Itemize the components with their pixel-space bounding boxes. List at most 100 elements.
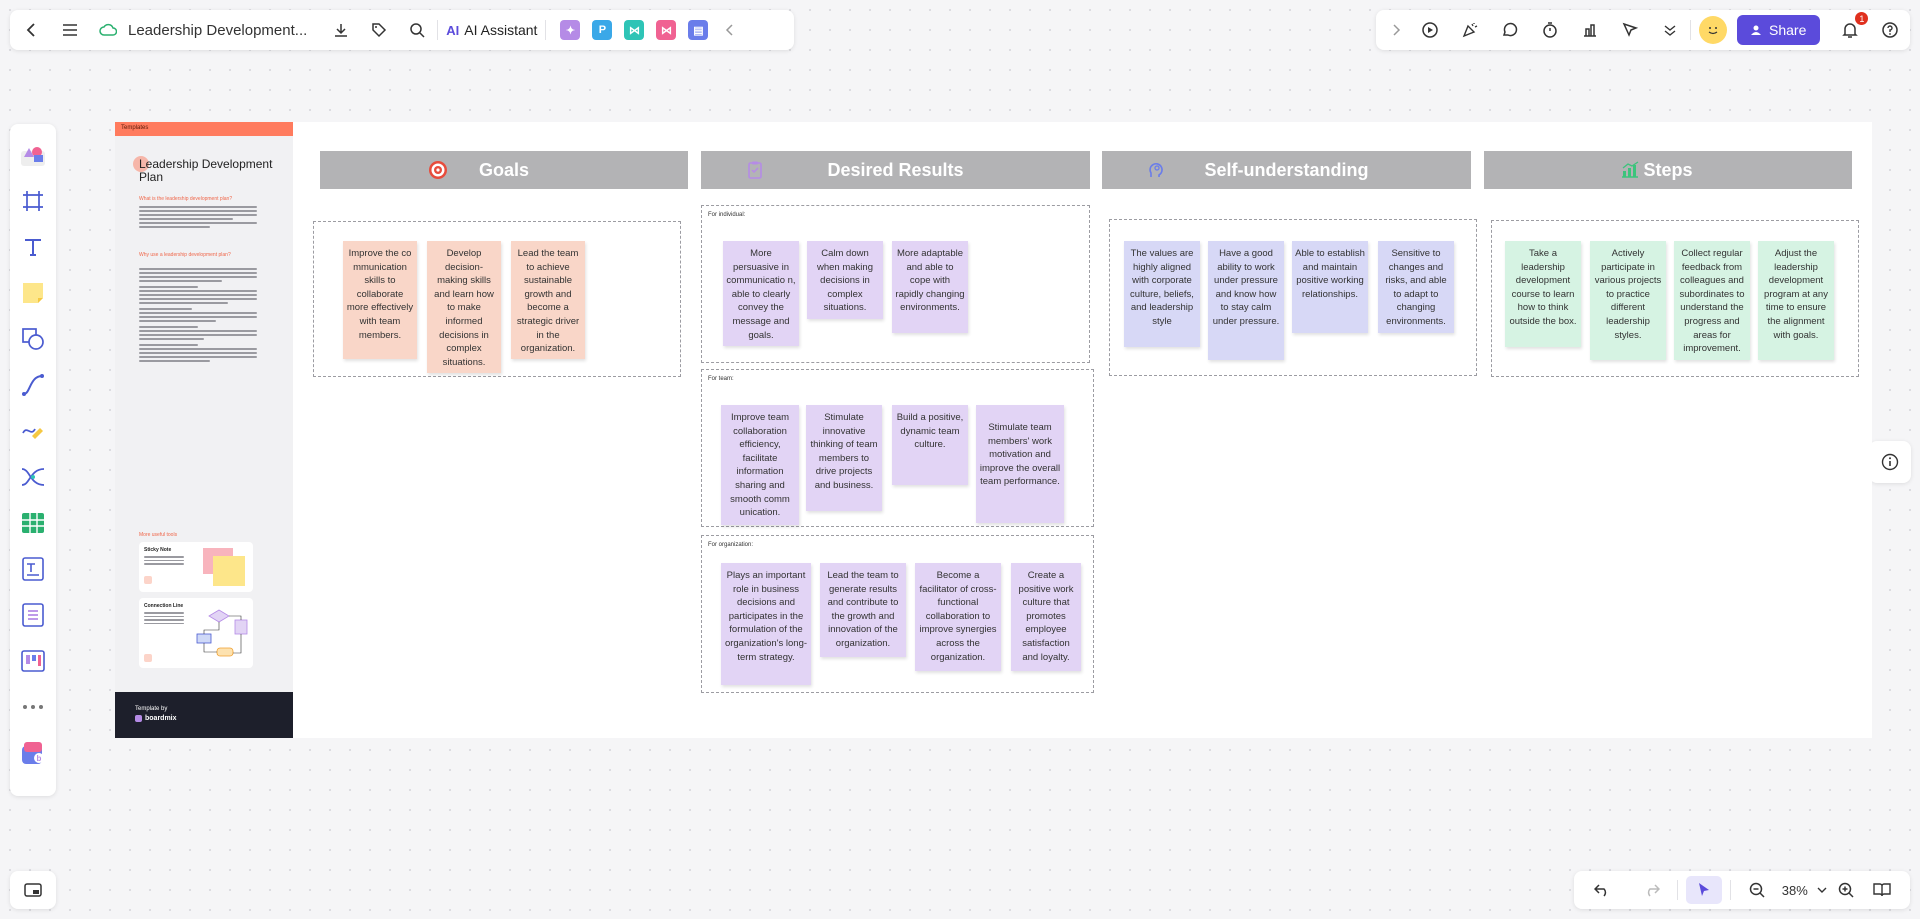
mini-apps: ✦ P ⋈ ⋈ ▤ (554, 20, 714, 40)
steps-header[interactable]: Steps (1484, 151, 1852, 189)
sticky-note[interactable]: Build a positive, dynamic team culture. (892, 405, 968, 485)
share-label: Share (1769, 22, 1807, 38)
sticky-note[interactable]: The values are highly aligned with corpo… (1124, 241, 1200, 347)
mindmap-app-icon[interactable]: ⋈ (656, 20, 677, 40)
avatar[interactable] (1699, 16, 1727, 44)
flowchart-preview (196, 609, 248, 657)
present-icon[interactable] (1418, 18, 1442, 42)
sticky-note[interactable]: Develop decision-making skills and learn… (427, 241, 501, 373)
sticky-note[interactable]: Adjust the leadership development progra… (1758, 241, 1834, 360)
list-icon[interactable] (16, 598, 50, 632)
info-icon (1881, 453, 1899, 471)
sticky-note[interactable]: Have a good ability to work under pressu… (1208, 241, 1284, 360)
more-chevron-icon[interactable] (1658, 18, 1682, 42)
head-brain-icon (1149, 162, 1163, 177)
mindmap-icon[interactable] (16, 460, 50, 494)
document-title[interactable]: Leadership Development... (128, 22, 307, 39)
notification-badge: 1 (1855, 12, 1869, 25)
sticky-note[interactable]: Lead the team to achieve sustainable gro… (511, 241, 585, 359)
templates-icon[interactable] (16, 138, 50, 172)
book-view-icon[interactable] (1864, 882, 1900, 898)
zoom-dropdown-icon[interactable] (1815, 886, 1829, 894)
connector-icon[interactable] (16, 368, 50, 402)
ai-assistant-button[interactable]: AI AI Assistant (446, 22, 537, 38)
zoom-level[interactable]: 38% (1775, 883, 1815, 898)
collapse-chevron-icon[interactable] (718, 18, 742, 42)
template-title: Leadership Development Plan (139, 157, 273, 184)
frame-icon[interactable] (16, 184, 50, 218)
self-understanding-title: Self-understanding (1204, 159, 1369, 180)
timer-icon[interactable] (1538, 18, 1562, 42)
shortcut-key (144, 654, 152, 662)
help-icon[interactable] (1878, 18, 1902, 42)
comment-icon[interactable] (1498, 18, 1522, 42)
sticky-note[interactable]: Sensitive to changes and risks, and able… (1378, 241, 1454, 333)
sticky-note-icon[interactable] (16, 276, 50, 310)
info-button[interactable] (1869, 441, 1911, 483)
sticky-note[interactable]: Plays an important role in business deci… (721, 563, 811, 685)
team-group-label: For team: (708, 376, 734, 382)
template-by-label: Template by (135, 706, 168, 712)
sticky-note[interactable]: Lead the team to generate results and co… (820, 563, 906, 657)
template-info-panel: Templates Leadership Development Plan Wh… (115, 122, 293, 738)
sticky-note[interactable]: Take a leadership development course to … (1505, 241, 1581, 347)
zoom-out-icon[interactable] (1739, 882, 1775, 898)
sticky-note[interactable]: Able to establish and maintain positive … (1292, 241, 1368, 333)
sticky-note[interactable]: Stimulate innovative thinking of team me… (806, 405, 882, 511)
sticky-note[interactable]: Create a positive work culture that prom… (1011, 563, 1081, 671)
divider (545, 20, 547, 40)
search-icon[interactable] (405, 18, 429, 42)
sticky-note[interactable]: Actively participate in various projects… (1590, 241, 1666, 360)
chat-app-icon[interactable]: ▤ (688, 20, 709, 40)
template-question-2: Why use a leadership development plan? (139, 252, 231, 258)
vote-icon[interactable] (1578, 18, 1602, 42)
kanban-icon[interactable] (16, 644, 50, 678)
app-store-icon[interactable]: b (16, 736, 50, 770)
connection-line-tool-card[interactable]: Connection Line (139, 598, 253, 668)
pen-icon[interactable] (16, 414, 50, 448)
redo-icon[interactable] (1634, 883, 1670, 897)
presentation-app-icon[interactable]: P (592, 20, 613, 40)
celebrate-icon[interactable] (1458, 18, 1482, 42)
undo-icon[interactable] (1584, 883, 1620, 897)
ai-logo-icon: AI (446, 22, 460, 38)
text-icon[interactable] (16, 230, 50, 264)
sticky-note[interactable]: Become a facilitator of cross-functional… (915, 563, 1001, 671)
expand-chevron-icon[interactable] (1384, 18, 1408, 42)
back-icon[interactable] (20, 18, 44, 42)
sticky-note[interactable]: More persuasive in communicatio n, able … (723, 241, 799, 346)
svg-text:b: b (37, 754, 42, 763)
sticky-note-tool-card[interactable]: Sticky Note (139, 542, 253, 592)
zoom-in-icon[interactable] (1829, 882, 1865, 898)
download-icon[interactable] (329, 18, 353, 42)
tag-icon[interactable] (367, 18, 391, 42)
map-icon (24, 883, 42, 897)
card-lines (144, 556, 184, 565)
growth-chart-icon (1622, 161, 1639, 178)
sticky-note[interactable]: Collect regular feedback from colleagues… (1674, 241, 1750, 360)
menu-icon[interactable] (58, 18, 82, 42)
self-understanding-header[interactable]: Self-understanding (1102, 151, 1471, 189)
goals-header[interactable]: Goals (320, 151, 688, 189)
template-footer: Template by boardmix (115, 692, 293, 738)
table-icon[interactable] (16, 506, 50, 540)
sticky-note[interactable]: Stimulate team members' work motivation … (976, 405, 1064, 523)
select-pointer-icon[interactable] (1686, 876, 1723, 904)
more-tools-icon[interactable] (16, 690, 50, 724)
image-app-icon[interactable]: ✦ (560, 20, 581, 40)
minimap-toggle[interactable] (10, 871, 56, 909)
sticky-note[interactable]: More adaptable and able to cope with rap… (892, 241, 968, 333)
flowchart-app-icon[interactable]: ⋈ (624, 20, 645, 40)
notification-bell-icon[interactable]: 1 (1838, 12, 1869, 42)
sticky-note[interactable]: Calm down when making decisions in compl… (807, 241, 883, 319)
sticky-note[interactable]: Improve the co mmunication skills to col… (343, 241, 417, 359)
share-button[interactable]: Share (1737, 15, 1821, 45)
sticky-note[interactable]: Improve team collaboration efficiency, f… (721, 405, 799, 525)
document-icon[interactable] (16, 552, 50, 586)
desired-results-header[interactable]: Desired Results (701, 151, 1090, 189)
yellow-note-preview (213, 556, 245, 586)
follow-icon[interactable] (1618, 18, 1642, 42)
template-question-1: What is the leadership development plan? (139, 196, 233, 202)
shape-icon[interactable] (16, 322, 50, 356)
clipboard-icon (748, 161, 762, 179)
